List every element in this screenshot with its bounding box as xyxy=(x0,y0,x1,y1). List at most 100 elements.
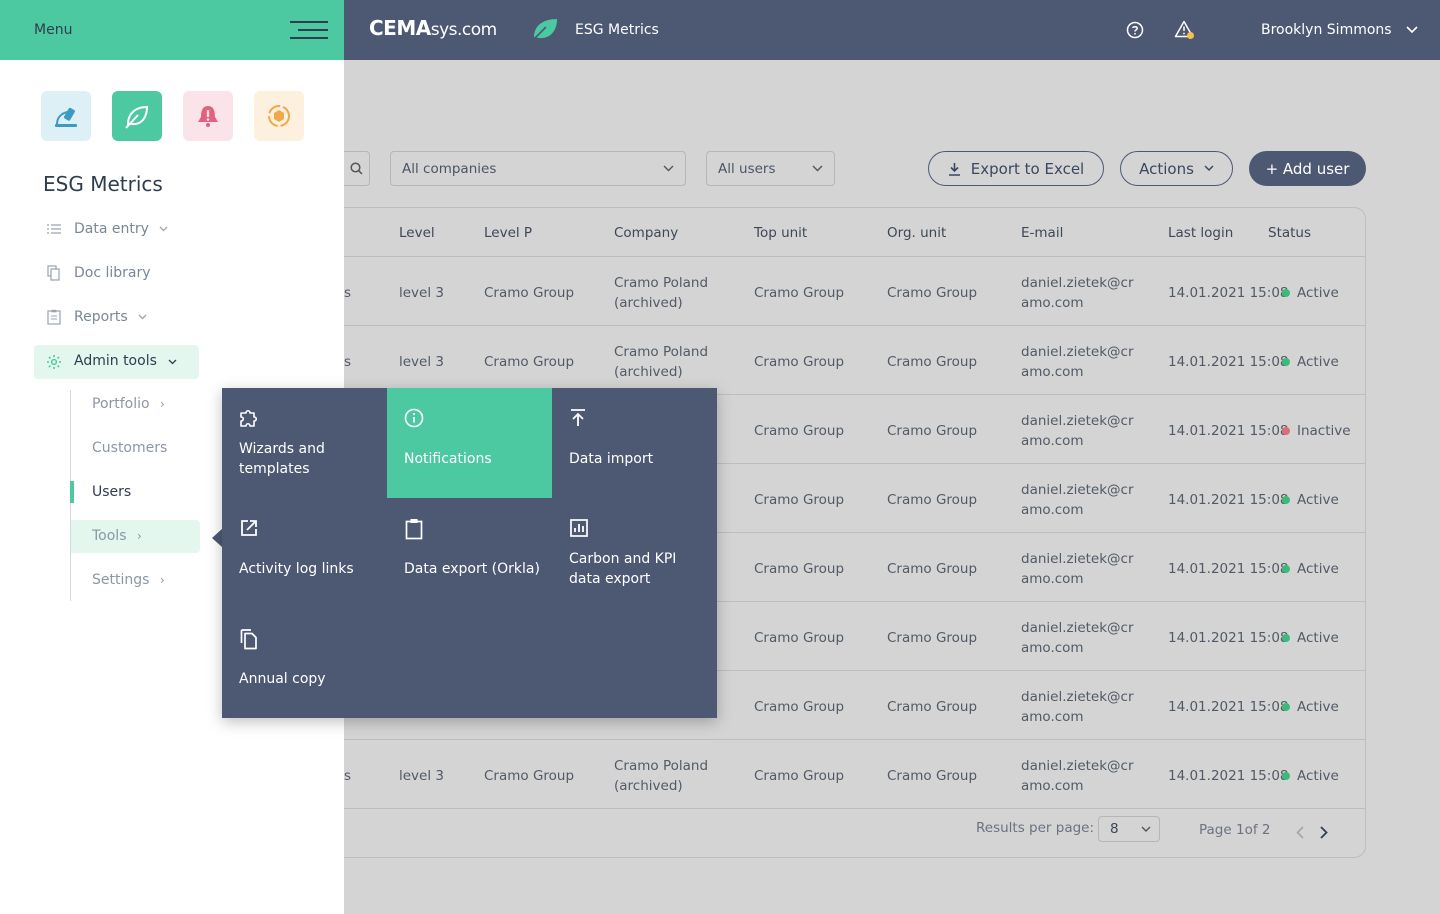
per-page-select[interactable]: 8 xyxy=(1098,816,1160,842)
upload-icon xyxy=(571,409,585,426)
table-cell-email: daniel.zietek@cr amo.com xyxy=(1021,480,1134,520)
tool-notifications[interactable]: Notifications xyxy=(387,388,552,498)
sidebar-subitem-users[interactable]: Users xyxy=(92,484,131,500)
app-switch-alerts[interactable] xyxy=(183,91,233,141)
sidebar-title: ESG Metrics xyxy=(43,172,163,196)
column-header[interactable]: Level P xyxy=(484,225,532,241)
gear-icon xyxy=(47,355,61,369)
tool-data-export-orkla[interactable]: Data export (Orkla) xyxy=(387,498,552,608)
column-header[interactable]: Top unit xyxy=(754,225,807,241)
tool-label: Activity log links xyxy=(239,561,354,577)
user-filter[interactable]: All users xyxy=(706,151,835,186)
hamburger-icon[interactable] xyxy=(290,21,328,39)
table-cell-level: level 3 xyxy=(399,354,444,370)
actions-button[interactable]: Actions xyxy=(1120,151,1233,186)
tool-label: Annual copy xyxy=(239,671,326,687)
table-cell-prev: s xyxy=(344,768,352,784)
column-header[interactable]: Org. unit xyxy=(887,225,946,241)
table-cell-email: daniel.zietek@cr amo.com xyxy=(1021,618,1134,658)
sidebar-item-label: Doc library xyxy=(74,265,151,281)
copy-icon xyxy=(240,629,257,650)
status-badge: Active xyxy=(1282,490,1339,510)
sidebar-item-doc-library[interactable]: Doc library xyxy=(47,265,151,281)
status-badge: Inactive xyxy=(1282,421,1351,441)
sidebar-subitem-portfolio[interactable]: Portfolio › xyxy=(92,396,165,412)
table-cell-prev: s xyxy=(344,285,352,301)
info-icon xyxy=(404,408,424,428)
previous-page-icon[interactable] xyxy=(1296,826,1304,839)
next-page-icon[interactable] xyxy=(1320,826,1328,839)
tool-data-import[interactable]: Data import xyxy=(552,388,717,498)
sidebar-item-label: Reports xyxy=(74,309,128,325)
app-switch-research[interactable] xyxy=(41,91,91,141)
menu-label: Menu xyxy=(34,22,73,38)
table-cell-email: daniel.zietek@cr amo.com xyxy=(1021,411,1134,451)
status-dot xyxy=(1282,772,1290,780)
column-header[interactable]: Company xyxy=(614,225,678,241)
company-filter-value: All companies xyxy=(402,160,497,177)
column-header[interactable]: Status xyxy=(1268,225,1311,241)
user-menu[interactable]: Brooklyn Simmons xyxy=(1261,22,1418,38)
column-header[interactable]: Last login xyxy=(1168,225,1233,241)
app-title: ESG Metrics xyxy=(575,22,659,38)
table-cell-last-login: 14.01.2021 15:08 xyxy=(1168,630,1289,646)
status-label: Inactive xyxy=(1297,423,1351,439)
table-cell-company: Cramo Poland (archived) xyxy=(614,756,708,796)
export-excel-button[interactable]: Export to Excel xyxy=(928,151,1104,186)
table-row[interactable]: s level 3 Cramo Group Cramo Poland (archived… xyxy=(344,740,1365,809)
puzzle-icon xyxy=(240,409,258,427)
sidebar-item-data-entry[interactable]: Data entry xyxy=(47,221,168,237)
tool-label: Data import xyxy=(569,451,654,467)
search-icon xyxy=(350,162,363,175)
table-cell-last-login: 14.01.2021 15:08 xyxy=(1168,561,1289,577)
tool-activity-log-links[interactable]: Activity log links xyxy=(222,498,387,608)
microscope-icon xyxy=(55,107,77,127)
tools-flyout-menu: Wizards and templates Notifications Data… xyxy=(222,388,717,718)
sidebar-item-reports[interactable]: Reports xyxy=(47,309,147,325)
tool-wizards-templates[interactable]: Wizards and templates xyxy=(222,388,387,498)
table-row[interactable]: s level 3 Cramo Group Cramo Poland (archived… xyxy=(344,326,1365,395)
tool-carbon-kpi-export[interactable]: Carbon and KPI data export xyxy=(552,498,717,608)
cell-line: daniel.zietek@cr xyxy=(1021,413,1134,429)
help-icon[interactable] xyxy=(1126,21,1144,39)
company-filter[interactable]: All companies xyxy=(390,151,686,186)
brand-logo[interactable]: CEMAsys.com xyxy=(369,16,497,40)
sidebar-subitem-settings[interactable]: Settings › xyxy=(92,572,165,588)
notification-dot xyxy=(1187,32,1194,39)
app-switch-esg[interactable] xyxy=(112,91,162,141)
search-field[interactable] xyxy=(344,151,370,186)
sidebar-subitem-customers[interactable]: Customers xyxy=(92,440,167,456)
tool-annual-copy[interactable]: Annual copy xyxy=(222,608,387,718)
add-user-button[interactable]: + Add user xyxy=(1249,151,1366,186)
active-indicator xyxy=(70,481,74,503)
sidebar-subitem-tools[interactable]: Tools › xyxy=(92,528,142,544)
table-cell-top-unit: Cramo Group xyxy=(754,492,845,508)
table-cell-org-unit: Cramo Group xyxy=(887,561,978,577)
table-cell-last-login: 14.01.2021 15:08 xyxy=(1168,492,1289,508)
table-cell-email: daniel.zietek@cr amo.com xyxy=(1021,273,1134,313)
status-dot xyxy=(1282,289,1290,297)
status-dot xyxy=(1282,703,1290,711)
column-header[interactable]: Level xyxy=(399,225,435,241)
status-label: Active xyxy=(1297,699,1339,715)
table-cell-email: daniel.zietek@cr amo.com xyxy=(1021,549,1134,589)
status-badge: Active xyxy=(1282,628,1339,648)
sidebar-item-admin-tools[interactable]: Admin tools xyxy=(34,345,199,379)
tool-label: Carbon and KPI data export xyxy=(569,551,677,587)
column-header[interactable]: E-mail xyxy=(1021,225,1063,241)
table-cell-level: level 3 xyxy=(399,768,444,784)
clipboard-icon xyxy=(47,309,61,325)
per-page-value: 8 xyxy=(1110,821,1119,837)
table-row[interactable]: s level 3 Cramo Group Cramo Poland (archived… xyxy=(344,257,1365,326)
chevron-right-icon: › xyxy=(160,397,165,411)
cell-line: Cramo Poland xyxy=(614,344,709,360)
subitem-label: Customers xyxy=(92,440,168,456)
tool-label: Notifications xyxy=(404,451,492,467)
status-label: Active xyxy=(1297,561,1339,577)
table-cell-org-unit: Cramo Group xyxy=(887,630,978,646)
app-switch-supply[interactable] xyxy=(254,91,304,141)
table-cell-last-login: 14.01.2021 15:08 xyxy=(1168,768,1289,784)
table-cell-top-unit: Cramo Group xyxy=(754,699,845,715)
chevron-down-icon xyxy=(1406,26,1418,34)
status-badge: Active xyxy=(1282,283,1339,303)
